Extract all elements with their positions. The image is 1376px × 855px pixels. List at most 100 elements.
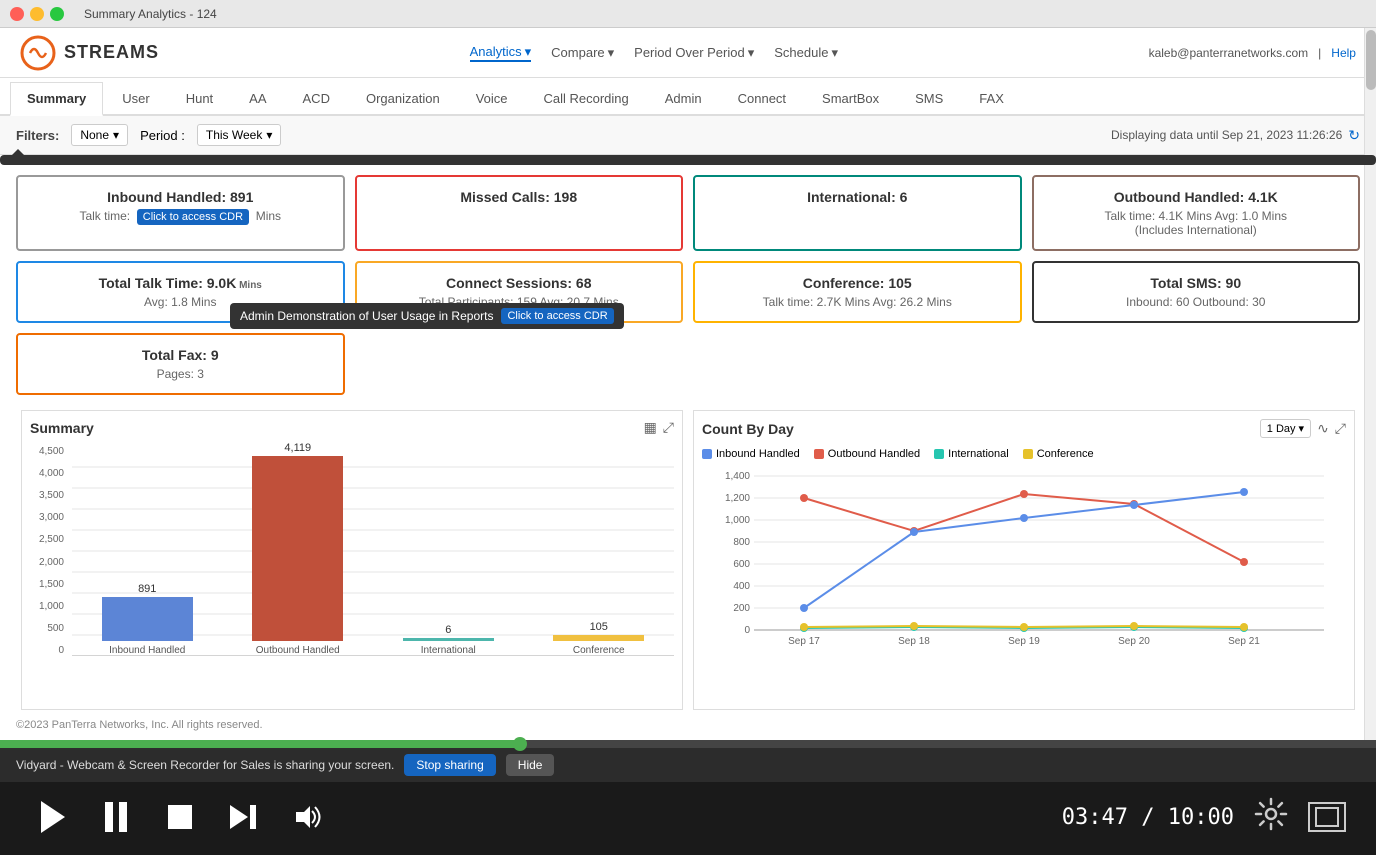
scrollbar-thumb[interactable] <box>1366 30 1376 90</box>
settings-button[interactable] <box>1254 797 1288 838</box>
schedule-dropdown-icon: ▾ <box>831 45 838 61</box>
help-link[interactable]: Help <box>1331 46 1356 60</box>
video-player: Vidyard - Webcam & Screen Recorder for S… <box>0 740 1376 855</box>
tab-admin[interactable]: Admin <box>648 82 719 114</box>
stop-sharing-button[interactable]: Stop sharing <box>404 754 495 776</box>
expand-line-icon[interactable]: ⤢ <box>1335 420 1346 437</box>
bar-conf-bar[interactable] <box>553 635 644 641</box>
filters-bar: Filters: None ▾ Period : This Week ▾ Dis… <box>0 116 1376 155</box>
cdr-button[interactable]: Click to access CDR <box>501 308 613 324</box>
svg-text:200: 200 <box>733 603 750 614</box>
legend-outbound-label: Outbound Handled <box>828 448 920 460</box>
tab-call-recording[interactable]: Call Recording <box>527 82 646 114</box>
cdr-btn-inline[interactable]: Click to access CDR <box>137 209 249 225</box>
tab-fax[interactable]: FAX <box>962 82 1021 114</box>
card-outbound-title: Outbound Handled: 4.1K <box>1050 189 1343 205</box>
period-selector[interactable]: 1 Day ▾ <box>1260 419 1311 438</box>
card-missed-calls[interactable]: Missed Calls: 198 <box>355 175 684 251</box>
tab-bar: Summary User Hunt AA ACD Organization Vo… <box>0 78 1376 116</box>
card-total-sms[interactable]: Total SMS: 90 Inbound: 60 Outbound: 30 <box>1032 261 1361 323</box>
skip-icon <box>228 801 260 833</box>
settings-icon <box>1254 797 1288 831</box>
tab-connect[interactable]: Connect <box>721 82 803 114</box>
summary-chart-title: Summary <box>30 420 94 436</box>
card-outbound-handled[interactable]: Outbound Handled: 4.1K Talk time: 4.1K M… <box>1032 175 1361 251</box>
count-by-day-header: Count By Day 1 Day ▾ ∿ ⤢ <box>702 419 1346 442</box>
close-btn[interactable] <box>10 7 24 21</box>
volume-icon <box>292 803 324 831</box>
line-chart-icon[interactable]: ∿ <box>1317 420 1329 437</box>
pause-icon <box>102 800 130 834</box>
summary-chart-header: Summary ▦ ⤢ <box>30 419 674 440</box>
filter-none-dropdown[interactable]: None ▾ <box>71 124 128 146</box>
minimize-btn[interactable] <box>30 7 44 21</box>
period-dropdown-icon: ▾ <box>748 45 755 61</box>
vidyard-message: Vidyard - Webcam & Screen Recorder for S… <box>16 758 394 772</box>
card-missed-title: Missed Calls: 198 <box>373 189 666 205</box>
pause-button[interactable] <box>94 795 138 839</box>
play-button[interactable] <box>30 795 74 839</box>
svg-text:Sep 17: Sep 17 <box>788 636 820 647</box>
bar-outbound-label: 4,119 <box>284 442 311 454</box>
tab-summary[interactable]: Summary <box>10 82 103 116</box>
card-inbound-subtitle: Talk time: Click to access CDR Mins <box>34 209 327 223</box>
tab-voice[interactable]: Voice <box>459 82 525 114</box>
count-by-day-panel: Count By Day 1 Day ▾ ∿ ⤢ Inbound Handled <box>693 410 1355 710</box>
period-label: Period : <box>140 128 185 143</box>
bar-inbound: 891 Inbound Handled <box>82 583 213 656</box>
nav-compare[interactable]: Compare ▾ <box>551 45 614 61</box>
tab-aa[interactable]: AA <box>232 82 283 114</box>
tab-smartbox[interactable]: SmartBox <box>805 82 896 114</box>
logo-icon <box>20 35 56 71</box>
skip-forward-button[interactable] <box>222 795 266 839</box>
count-by-day-title: Count By Day <box>702 421 794 437</box>
bar-outbound-bar[interactable] <box>252 456 343 641</box>
fullscreen-button[interactable] <box>1308 802 1346 832</box>
tab-organization[interactable]: Organization <box>349 82 457 114</box>
card-conference[interactable]: Conference: 105 Talk time: 2.7K Mins Avg… <box>693 261 1022 323</box>
legend-conf-label: Conference <box>1037 448 1094 460</box>
nav-analytics[interactable]: Analytics ▾ <box>470 44 532 62</box>
card-outbound-subtitle2: (Includes International) <box>1050 223 1343 237</box>
stop-button[interactable] <box>158 795 202 839</box>
compare-dropdown-icon: ▾ <box>608 45 615 61</box>
bar-intl-bar[interactable] <box>403 638 494 641</box>
bar-intl-bottom: International <box>421 645 476 656</box>
analytics-dropdown-icon: ▾ <box>525 44 532 60</box>
expand-chart-icon[interactable]: ⤢ <box>663 419 674 436</box>
scrollbar[interactable] <box>1364 28 1376 740</box>
bar-conference: 105 Conference <box>534 621 665 656</box>
tooltip-popup: Admin Demonstration of User Usage in Rep… <box>0 155 1376 165</box>
card-international[interactable]: International: 6 <box>693 175 1022 251</box>
maximize-btn[interactable] <box>50 7 64 21</box>
y-axis-labels: 0 500 1,000 1,500 2,000 2,500 3,000 3,50… <box>30 446 68 656</box>
nav-period-over-period[interactable]: Period Over Period ▾ <box>634 45 754 61</box>
nav-schedule[interactable]: Schedule ▾ <box>774 45 838 61</box>
card-inbound-handled[interactable]: Inbound Handled: 891 Talk time: Click to… <box>16 175 345 251</box>
browser-title: Summary Analytics - 124 <box>84 7 217 21</box>
filter-period-dropdown[interactable]: This Week ▾ <box>197 124 282 146</box>
hide-button[interactable]: Hide <box>506 754 555 776</box>
bar-chart-icon[interactable]: ▦ <box>644 419 657 436</box>
progress-bar-container[interactable] <box>0 740 1376 748</box>
svg-text:400: 400 <box>733 581 750 592</box>
volume-button[interactable] <box>286 795 330 839</box>
legend-inbound: Inbound Handled <box>702 448 800 460</box>
bar-conf-bottom: Conference <box>573 645 625 656</box>
card-conference-title: Conference: 105 <box>711 275 1004 291</box>
tab-user[interactable]: User <box>105 82 166 114</box>
tab-sms[interactable]: SMS <box>898 82 960 114</box>
player-controls: 03:47 / 10:00 <box>0 782 1376 852</box>
summary-chart-controls: ▦ ⤢ <box>644 419 674 436</box>
tab-acd[interactable]: ACD <box>286 82 347 114</box>
bar-outbound: 4,119 Outbound Handled <box>233 442 364 656</box>
logo-area: STREAMS <box>20 35 159 71</box>
bar-inbound-bar[interactable] <box>102 597 193 641</box>
refresh-icon[interactable]: ↻ <box>1348 127 1360 144</box>
tab-hunt[interactable]: Hunt <box>169 82 230 114</box>
card-talk-title: Total Talk Time: 9.0K Mins <box>34 275 327 291</box>
card-total-fax[interactable]: Total Fax: 9 Pages: 3 <box>16 333 345 395</box>
filters-label: Filters: <box>16 128 59 143</box>
browser-chrome: Summary Analytics - 124 <box>0 0 1376 28</box>
nav-menu: Analytics ▾ Compare ▾ Period Over Period… <box>470 44 838 62</box>
